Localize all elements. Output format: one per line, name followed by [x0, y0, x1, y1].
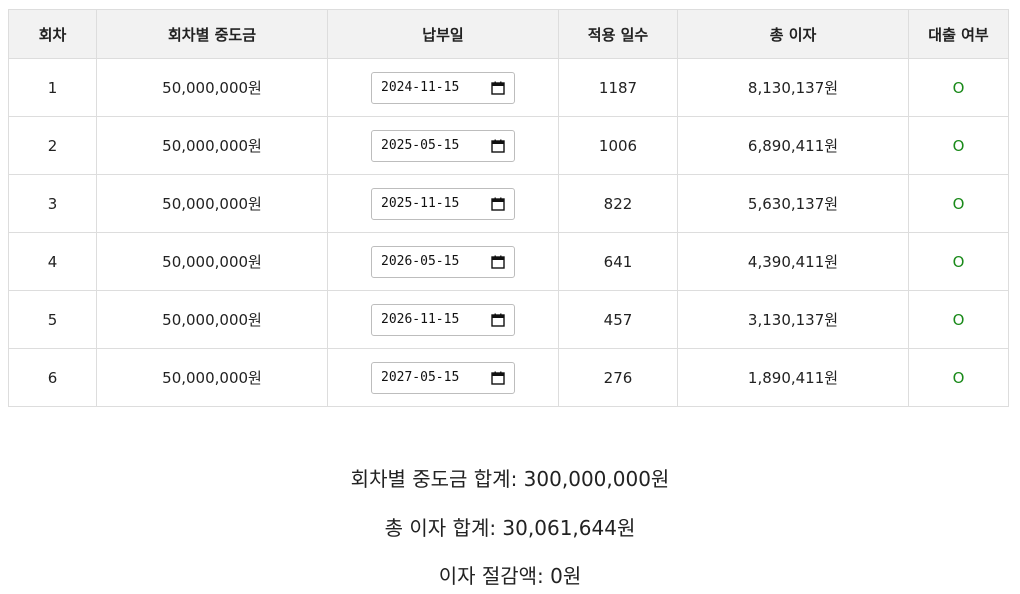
payment-date-input[interactable]: 2027-05-15 [371, 361, 515, 394]
cell-amount: 50,000,000원 [96, 174, 328, 233]
cell-amount: 50,000,000원 [96, 116, 328, 175]
header-loan: 대출 여부 [908, 9, 1009, 59]
cell-date: 2025-11-15 [327, 174, 559, 233]
date-value: 2027-05-15 [381, 370, 460, 385]
cell-amount: 50,000,000원 [96, 58, 328, 117]
payment-date-input[interactable]: 2026-05-15 [371, 245, 515, 278]
cell-days: 457 [558, 290, 678, 349]
cell-interest: 4,390,411원 [677, 232, 909, 291]
cell-loan: O [908, 58, 1009, 117]
cell-loan: O [908, 232, 1009, 291]
table-row: 2 50,000,000원 2025-05-15 1006 6,890,411원… [8, 116, 1009, 175]
cell-date: 2026-11-15 [327, 290, 559, 349]
payment-date-input[interactable]: 2024-11-15 [371, 71, 515, 104]
header-date: 납부일 [327, 9, 559, 59]
cell-loan: O [908, 174, 1009, 233]
date-value: 2024-11-15 [381, 80, 460, 95]
payment-date-input[interactable]: 2025-11-15 [371, 187, 515, 220]
cell-loan: O [908, 290, 1009, 349]
cell-days: 1187 [558, 58, 678, 117]
total-interest-summary: 총 이자 합계: 30,061,644원 [384, 516, 636, 540]
calendar-icon[interactable] [490, 138, 506, 154]
cell-days: 1006 [558, 116, 678, 175]
interest-saving-summary: 이자 절감액: 0원 [438, 564, 582, 588]
calendar-icon[interactable] [490, 254, 506, 270]
cell-days: 641 [558, 232, 678, 291]
date-value: 2025-11-15 [381, 196, 460, 211]
date-value: 2025-05-15 [381, 138, 460, 153]
cell-date: 2024-11-15 [327, 58, 559, 117]
table-row: 3 50,000,000원 2025-11-15 822 5,630,137원 … [8, 174, 1009, 233]
cell-round: 1 [8, 58, 97, 117]
header-amount: 회차별 중도금 [96, 9, 328, 59]
calendar-icon[interactable] [490, 196, 506, 212]
cell-round: 6 [8, 348, 97, 407]
cell-date: 2026-05-15 [327, 232, 559, 291]
cell-amount: 50,000,000원 [96, 290, 328, 349]
calendar-icon[interactable] [490, 370, 506, 386]
calendar-icon[interactable] [490, 312, 506, 328]
cell-interest: 8,130,137원 [677, 58, 909, 117]
header-days: 적용 일수 [558, 9, 678, 59]
payment-date-input[interactable]: 2025-05-15 [371, 129, 515, 162]
payment-date-input[interactable]: 2026-11-15 [371, 303, 515, 336]
cell-interest: 1,890,411원 [677, 348, 909, 407]
table-row: 6 50,000,000원 2027-05-15 276 1,890,411원 … [8, 348, 1009, 407]
table-row: 4 50,000,000원 2026-05-15 641 4,390,411원 … [8, 232, 1009, 291]
cell-days: 822 [558, 174, 678, 233]
cell-interest: 5,630,137원 [677, 174, 909, 233]
cell-date: 2027-05-15 [327, 348, 559, 407]
table-row: 1 50,000,000원 2024-11-15 1187 8,130,137원… [8, 58, 1009, 117]
header-round: 회차 [8, 9, 97, 59]
cell-days: 276 [558, 348, 678, 407]
cell-loan: O [908, 348, 1009, 407]
cell-interest: 3,130,137원 [677, 290, 909, 349]
date-value: 2026-11-15 [381, 312, 460, 327]
total-amount-summary: 회차별 중도금 합계: 300,000,000원 [350, 467, 670, 491]
table-row: 5 50,000,000원 2026-11-15 457 3,130,137원 … [8, 290, 1009, 349]
header-interest: 총 이자 [677, 9, 909, 59]
cell-date: 2025-05-15 [327, 116, 559, 175]
cell-amount: 50,000,000원 [96, 348, 328, 407]
cell-round: 3 [8, 174, 97, 233]
cell-round: 4 [8, 232, 97, 291]
cell-interest: 6,890,411원 [677, 116, 909, 175]
date-value: 2026-05-15 [381, 254, 460, 269]
table-header-row: 회차 회차별 중도금 납부일 적용 일수 총 이자 대출 여부 [8, 9, 1009, 59]
cell-loan: O [908, 116, 1009, 175]
calendar-icon[interactable] [490, 80, 506, 96]
cell-amount: 50,000,000원 [96, 232, 328, 291]
cell-round: 2 [8, 116, 97, 175]
installment-table: 회차 회차별 중도금 납부일 적용 일수 총 이자 대출 여부 1 50,000… [8, 9, 1009, 407]
page: 회차 회차별 중도금 납부일 적용 일수 총 이자 대출 여부 1 50,000… [0, 0, 1020, 594]
cell-round: 5 [8, 290, 97, 349]
